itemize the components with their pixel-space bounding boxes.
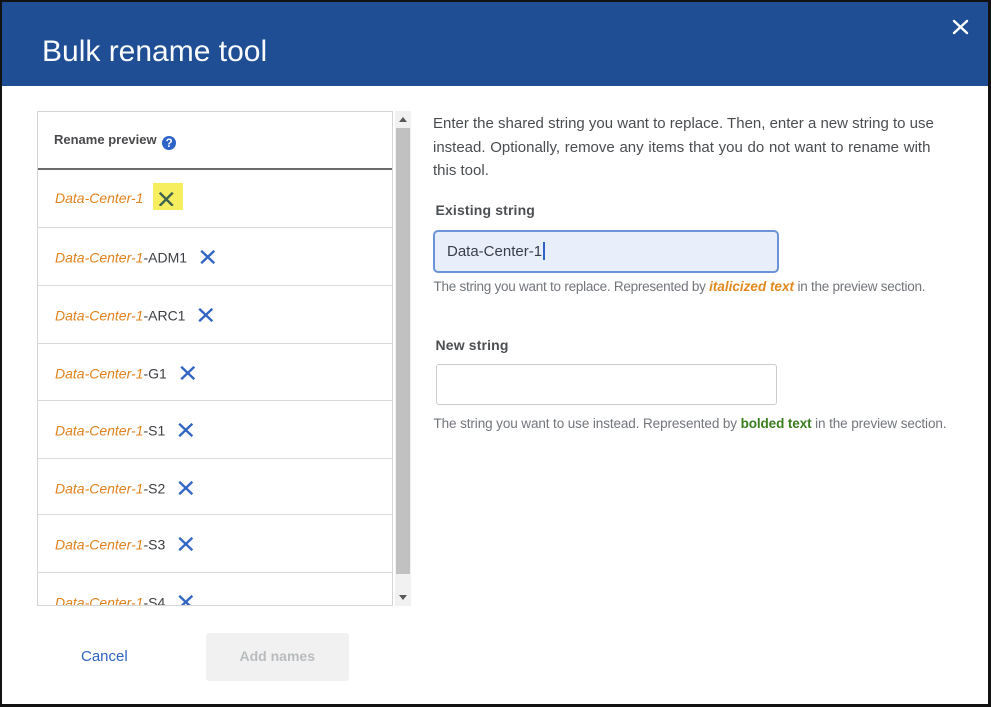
svg-text:?: ?	[165, 138, 172, 150]
